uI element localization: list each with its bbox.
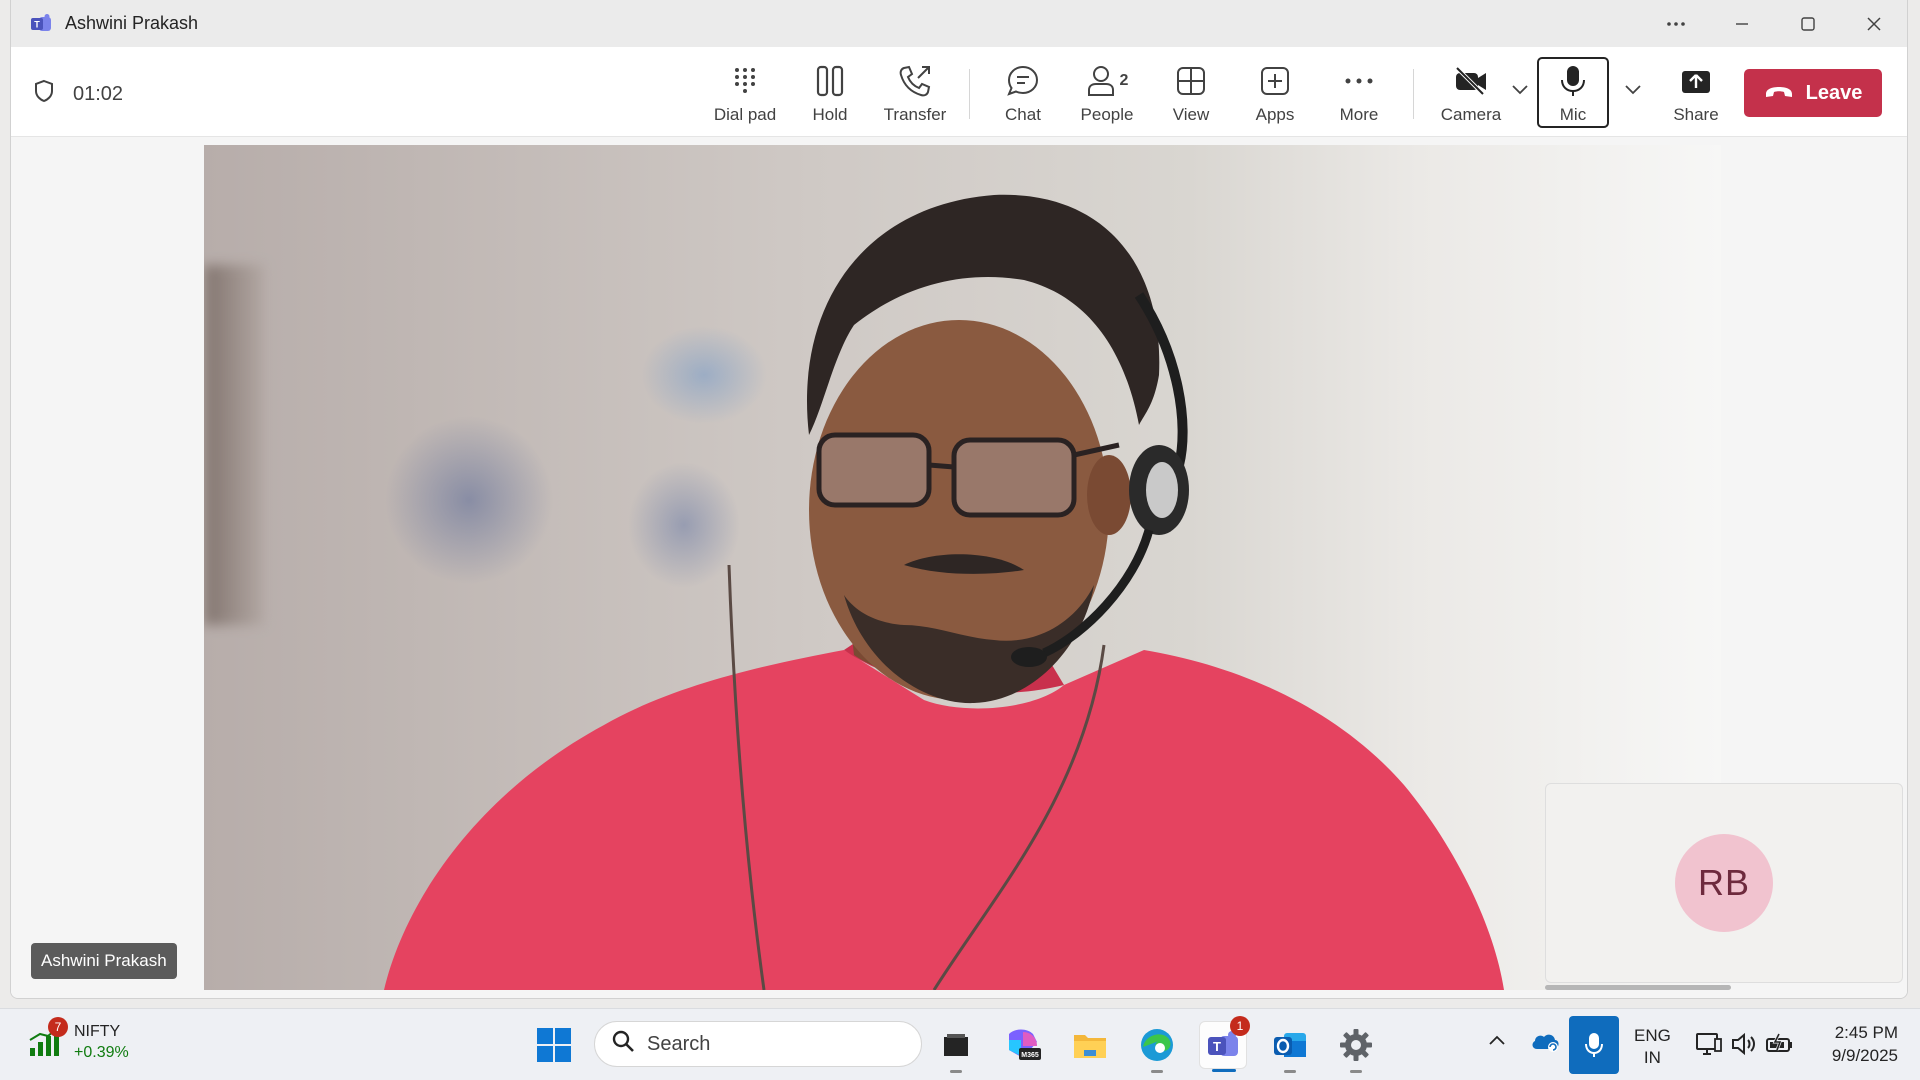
people-count: 2 — [1119, 72, 1129, 89]
folder-icon[interactable] — [1066, 1021, 1114, 1069]
search-placeholder: Search — [647, 1032, 711, 1055]
call-toolbar: 01:02 Dial pad Hold Transfer Chat 2 Peop… — [11, 47, 1907, 137]
chevron-down-icon[interactable] — [1624, 82, 1642, 100]
file-explorer-dark-icon[interactable] — [932, 1021, 980, 1073]
teams-icon[interactable]: T 1 — [1199, 1016, 1250, 1072]
widget-name: NIFTY — [74, 1023, 121, 1040]
transfer-label: Transfer — [883, 105, 947, 124]
stock-widget[interactable]: 7 NIFTY +0.39% — [28, 1017, 129, 1063]
chat-label: Chat — [1005, 105, 1041, 124]
svg-text:T: T — [34, 19, 40, 29]
teams-call-window: T Ashwini Prakash 01:02 Dial pad Hold Tr… — [10, 0, 1908, 999]
dialpad-icon — [732, 61, 758, 101]
running-indicator — [1151, 1070, 1163, 1073]
apps-button[interactable]: Apps — [1245, 55, 1305, 131]
svg-text:T: T — [1213, 1039, 1221, 1054]
settings-icon[interactable] — [1332, 1021, 1380, 1073]
running-indicator — [1350, 1070, 1362, 1073]
transfer-button[interactable]: Transfer — [875, 55, 955, 131]
leave-button[interactable]: Leave — [1744, 69, 1882, 117]
add-square-icon — [1260, 61, 1290, 101]
mic-button[interactable]: Mic — [1542, 55, 1604, 131]
tray-mic-icon[interactable] — [1569, 1016, 1619, 1074]
participant-figure — [384, 194, 1504, 990]
camera-button[interactable]: Camera — [1431, 55, 1511, 131]
mic-icon — [1559, 61, 1587, 101]
toolbar-divider — [969, 69, 970, 119]
teams-notification-badge: 1 — [1230, 1016, 1250, 1036]
view-label: View — [1172, 105, 1210, 124]
people-icon: 2 — [1086, 61, 1129, 101]
phone-transfer-icon — [898, 61, 932, 101]
dialpad-label: Dial pad — [713, 105, 777, 124]
chat-button[interactable]: Chat — [993, 55, 1053, 131]
minimize-icon[interactable] — [1709, 0, 1775, 47]
widget-badge: 7 — [48, 1017, 68, 1037]
hold-button[interactable]: Hold — [800, 55, 860, 131]
call-stage: Ashwini Prakash RB — [11, 138, 1907, 998]
shield-icon — [33, 79, 55, 109]
apps-label: Apps — [1255, 105, 1295, 124]
call-timer: 01:02 — [33, 79, 123, 109]
grid-icon — [1176, 61, 1206, 101]
language-indicator[interactable]: ENG IN — [1634, 1025, 1671, 1069]
people-label: People — [1080, 105, 1134, 124]
people-button[interactable]: 2 People — [1072, 55, 1142, 131]
share-label: Share — [1673, 105, 1719, 124]
battery-icon[interactable] — [1765, 1033, 1795, 1060]
chevron-down-icon[interactable] — [1511, 82, 1529, 100]
running-indicator — [1212, 1069, 1236, 1072]
onedrive-icon[interactable] — [1530, 1031, 1560, 1058]
mic-label: Mic — [1559, 105, 1587, 124]
more-button[interactable]: More — [1329, 55, 1389, 131]
title-bar: T Ashwini Prakash — [11, 0, 1907, 47]
edge-icon[interactable] — [1133, 1021, 1181, 1073]
running-indicator — [950, 1070, 962, 1073]
call-timer-text: 01:02 — [73, 82, 124, 105]
camera-off-icon — [1453, 61, 1489, 101]
camera-label: Camera — [1440, 105, 1502, 124]
maximize-icon[interactable] — [1775, 0, 1841, 47]
hang-up-icon — [1764, 82, 1794, 105]
taskbar: 7 NIFTY +0.39% Search M365 T 1 ENG IN 2:… — [0, 1008, 1920, 1080]
clock-time: 2:45 PM — [1834, 1023, 1898, 1042]
hold-label: Hold — [812, 105, 848, 124]
clock-date: 9/9/2025 — [1831, 1046, 1898, 1065]
teams-icon: T — [29, 12, 53, 36]
display-icon[interactable] — [1695, 1031, 1723, 1062]
dialpad-button[interactable]: Dial pad — [705, 55, 785, 131]
m365-icon[interactable]: M365 — [999, 1021, 1047, 1069]
outlook-icon[interactable] — [1266, 1021, 1314, 1073]
volume-icon[interactable] — [1730, 1031, 1758, 1062]
toolbar-divider — [1413, 69, 1414, 119]
share-up-icon — [1680, 61, 1712, 101]
stage-scrollbar[interactable] — [1545, 985, 1731, 990]
language-line2: IN — [1643, 1048, 1661, 1067]
pause-icon — [815, 61, 845, 101]
language-line1: ENG — [1634, 1026, 1671, 1045]
windows-start-icon[interactable] — [536, 1027, 572, 1063]
share-button[interactable]: Share — [1666, 55, 1726, 131]
participant-name-tag: Ashwini Prakash — [31, 943, 177, 979]
more-label: More — [1339, 105, 1379, 124]
taskbar-search[interactable]: Search — [594, 1021, 922, 1067]
chevron-up-icon[interactable] — [1487, 1033, 1507, 1052]
more-dots-icon[interactable] — [1643, 0, 1709, 47]
chat-icon — [1006, 61, 1040, 101]
svg-text:M365: M365 — [1021, 1052, 1039, 1059]
close-icon[interactable] — [1841, 0, 1907, 47]
window-title: Ashwini Prakash — [65, 13, 199, 33]
running-indicator — [1284, 1070, 1296, 1073]
view-button[interactable]: View — [1161, 55, 1221, 131]
more-dots-icon — [1344, 61, 1374, 101]
search-icon — [611, 1029, 635, 1059]
leave-label: Leave — [1805, 81, 1863, 104]
self-view-tile[interactable]: RB — [1545, 783, 1903, 983]
participant-video — [204, 145, 1721, 990]
system-clock[interactable]: 2:45 PM 9/9/2025 — [1812, 1021, 1898, 1067]
avatar: RB — [1675, 834, 1773, 932]
widget-value: +0.39% — [74, 1044, 129, 1061]
